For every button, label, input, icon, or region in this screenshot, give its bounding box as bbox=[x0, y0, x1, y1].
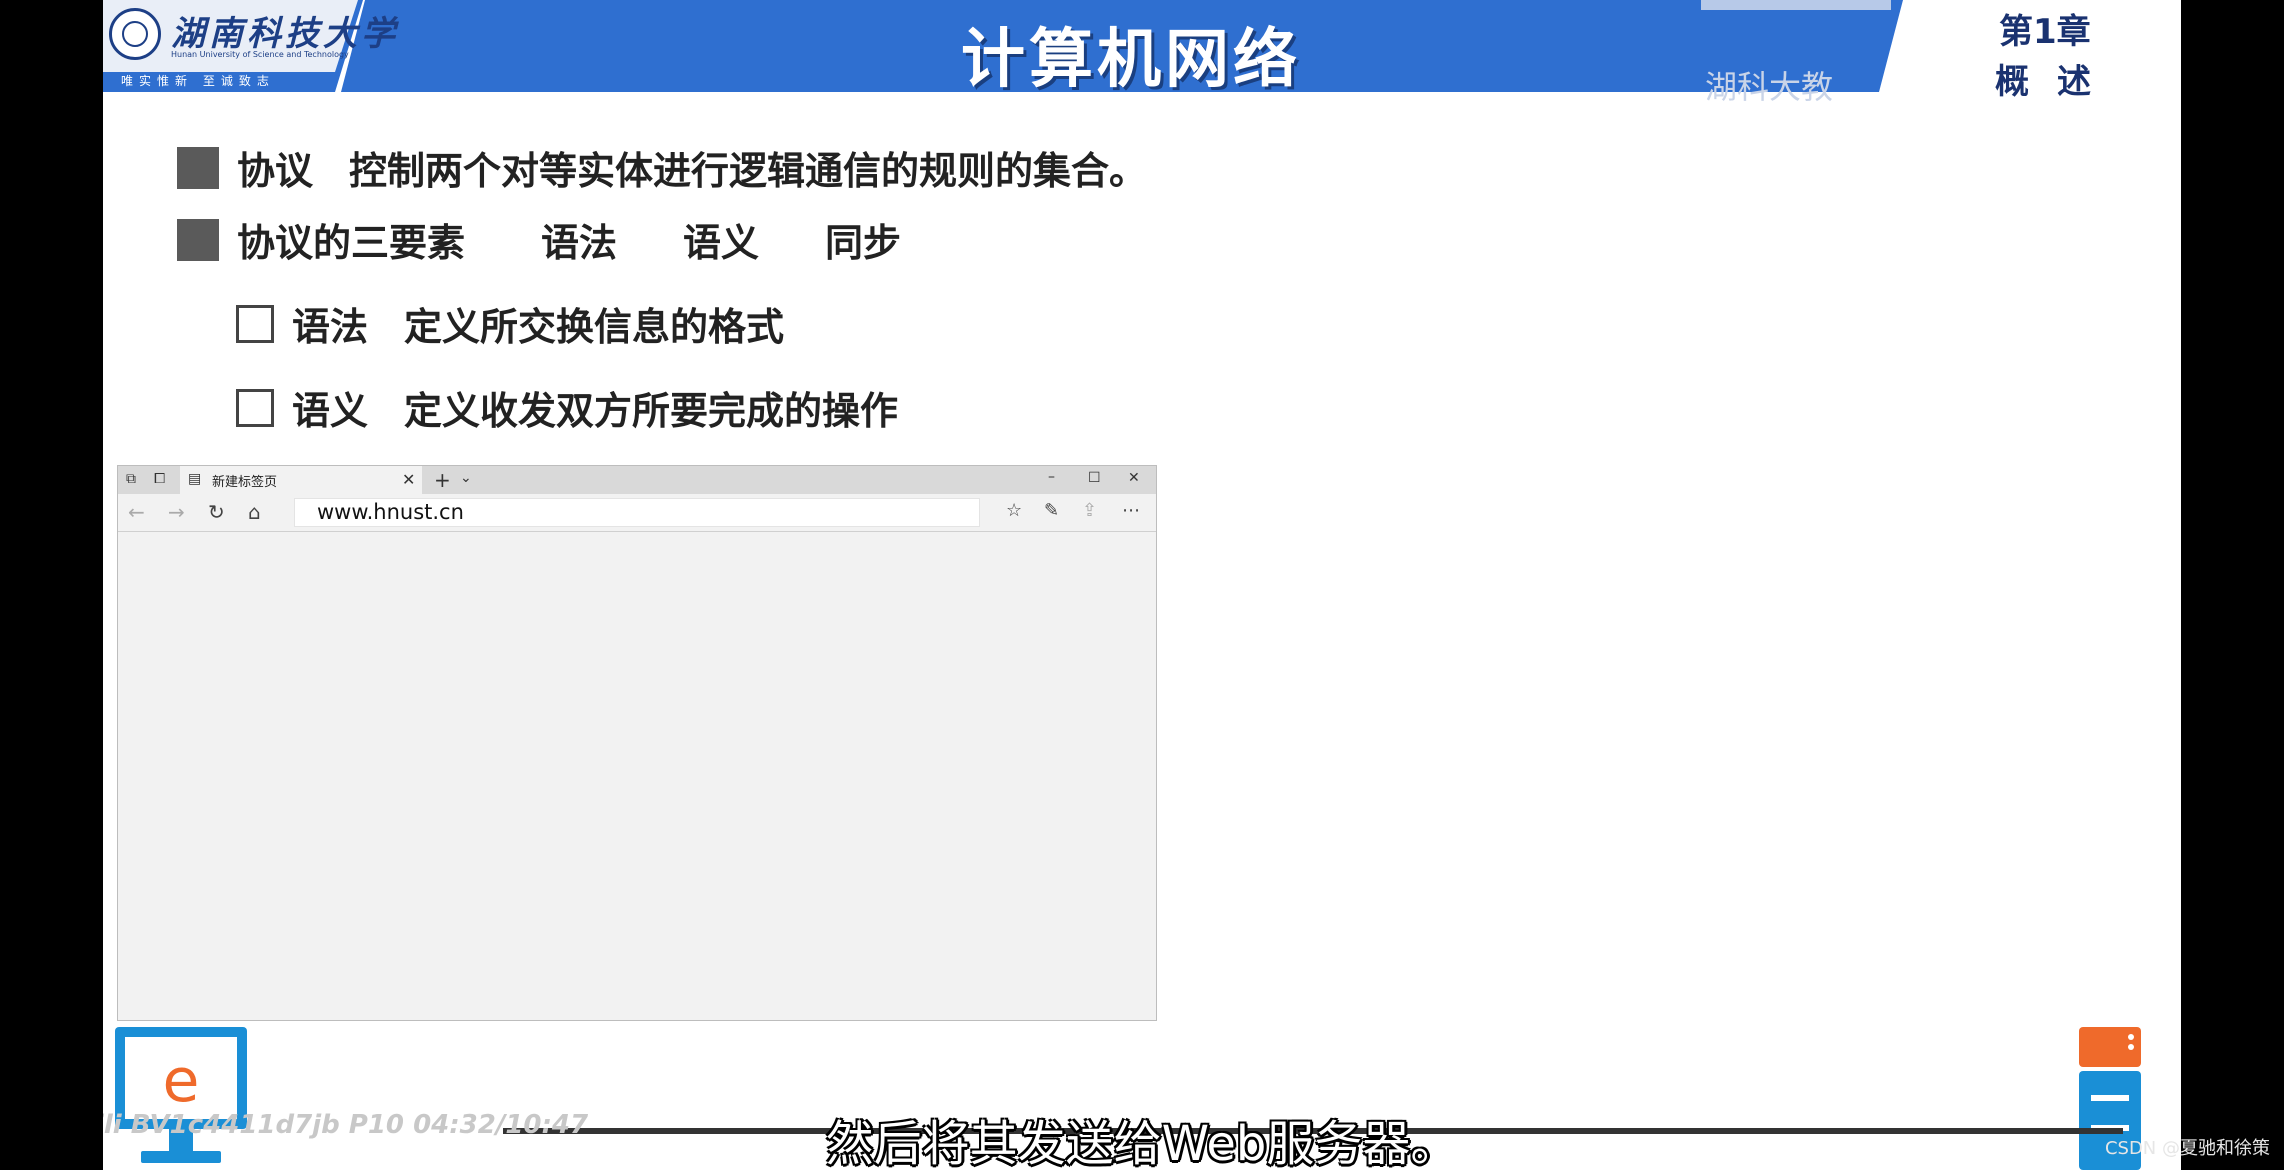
sub-bullet-text: 定义收发双方所要完成的操作 bbox=[404, 389, 899, 433]
home-icon[interactable]: ⌂ bbox=[248, 500, 261, 524]
university-logo: 湖南科技大学 Hunan University of Science and T… bbox=[103, 0, 395, 92]
checkbox-square-icon bbox=[236, 388, 274, 427]
chevron-down-icon[interactable]: ⌄ bbox=[460, 470, 472, 486]
browser-window: ⧉ ⧠ ▤ 新建标签页 ✕ + ⌄ – ☐ ✕ ← → ↻ ⌂ www.hnus… bbox=[117, 465, 1157, 1021]
forward-arrow-icon[interactable]: → bbox=[168, 500, 185, 524]
bullet-text: 控制两个对等实体进行逻辑通信的规则的集合。 bbox=[349, 149, 1148, 193]
channel-watermark: 湖科大教 bbox=[1705, 68, 1834, 106]
university-name-en: Hunan University of Science and Technolo… bbox=[171, 50, 349, 59]
checkbox-square-icon bbox=[236, 304, 274, 343]
new-tab-page-icon: ▤ bbox=[188, 471, 202, 487]
browser-tab[interactable]: ▤ 新建标签页 ✕ bbox=[180, 466, 422, 494]
sub-bullet-semantics: 语义 定义收发双方所要完成的操作 bbox=[236, 380, 898, 435]
close-tab-icon[interactable]: ✕ bbox=[402, 470, 415, 489]
university-name-cn: 湖南科技大学 bbox=[171, 14, 399, 54]
favorites-star-icon[interactable]: ☆ bbox=[1006, 500, 1022, 521]
bullet-square-icon bbox=[177, 218, 219, 261]
share-icon[interactable]: ⇪ bbox=[1082, 500, 1097, 521]
csdn-credit: CSDN @夏驰和徐策 bbox=[2104, 1138, 2270, 1159]
maximize-icon[interactable]: ☐ bbox=[1088, 470, 1101, 486]
bullet-label: 协议的三要素 bbox=[237, 221, 466, 265]
pen-annotate-icon[interactable]: ✎ bbox=[1044, 500, 1059, 521]
back-arrow-icon[interactable]: ← bbox=[128, 500, 145, 524]
element-syntax: 语法 bbox=[541, 221, 618, 265]
browser-titlebar: ⧉ ⧠ ▤ 新建标签页 ✕ + ⌄ – ☐ ✕ bbox=[118, 466, 1156, 494]
element-synchronization: 同步 bbox=[825, 221, 902, 265]
sub-bullet-label: 语法 bbox=[292, 305, 369, 349]
set-aside-tabs-icon[interactable]: ⧠ bbox=[154, 471, 165, 487]
tab-label: 新建标签页 bbox=[212, 475, 278, 490]
bullet-protocol: 协议 控制两个对等实体进行逻辑通信的规则的集合。 bbox=[177, 140, 1147, 195]
bullet-protocol-elements: 协议的三要素 语法 语义 同步 bbox=[177, 212, 901, 267]
video-subtitle: 然后将其发送给Web服务器。 bbox=[825, 1116, 1459, 1170]
more-options-icon[interactable]: ⋯ bbox=[1122, 500, 1140, 521]
university-motto: 唯实惟新 至诚致志 bbox=[121, 74, 275, 88]
bullet-label: 协议 bbox=[237, 149, 314, 193]
address-bar[interactable]: www.hnust.cn bbox=[294, 498, 980, 527]
sub-bullet-label: 语义 bbox=[292, 389, 369, 433]
refresh-icon[interactable]: ↻ bbox=[208, 500, 225, 524]
chapter-title: 概述 bbox=[1995, 62, 2119, 102]
chapter-number: 第1章 bbox=[1999, 12, 2091, 52]
page-title: 计算机网络 bbox=[961, 23, 1301, 97]
bullet-square-icon bbox=[177, 146, 219, 189]
university-emblem-icon bbox=[109, 8, 161, 60]
tab-manager-icon[interactable]: ⧉ bbox=[126, 471, 136, 487]
minimize-icon[interactable]: – bbox=[1048, 469, 1055, 485]
browser-toolbar: ← → ↻ ⌂ www.hnust.cn ☆ ✎ ⇪ ⋯ bbox=[118, 494, 1156, 532]
slide: 湖南科技大学 Hunan University of Science and T… bbox=[103, 0, 2181, 1170]
address-input[interactable]: www.hnust.cn bbox=[317, 500, 464, 524]
element-semantics: 语义 bbox=[683, 221, 760, 265]
sub-bullet-text: 定义所交换信息的格式 bbox=[404, 305, 785, 349]
close-window-icon[interactable]: ✕ bbox=[1128, 470, 1140, 486]
new-tab-icon[interactable]: + bbox=[434, 468, 451, 492]
sub-bullet-syntax: 语法 定义所交换信息的格式 bbox=[236, 296, 784, 351]
